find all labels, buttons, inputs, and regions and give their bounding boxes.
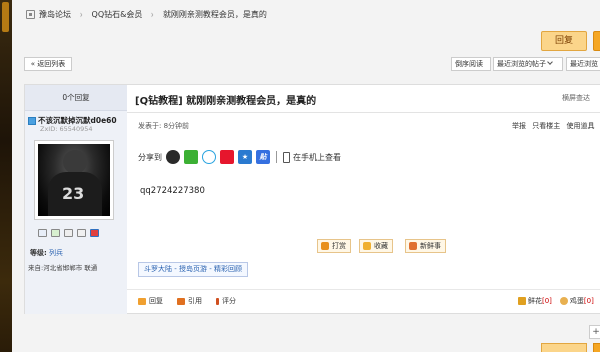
flower-label: 鲜花	[528, 297, 542, 305]
related-tag-link[interactable]: 斗罗大陆 - 授岛页游 - 精彩回顾	[138, 262, 248, 277]
weibo-icon[interactable]	[220, 150, 234, 164]
report-link[interactable]: 举报	[512, 122, 526, 130]
egg-label: 鸡蛋	[569, 297, 584, 305]
left-edge-strip	[0, 0, 12, 352]
favorite-icon	[363, 242, 371, 250]
reply-link[interactable]: 回复	[138, 296, 163, 306]
phone-icon	[283, 151, 290, 163]
chevron-down-icon	[547, 59, 553, 65]
new-post-button[interactable]	[593, 31, 600, 51]
back-to-list-button[interactable]: « 返回列表	[24, 57, 72, 71]
share-separator	[276, 151, 277, 163]
new-post-button-bottom[interactable]	[593, 343, 600, 352]
favorite-label: 收藏	[374, 242, 388, 250]
use-item-link[interactable]: 使用道具	[566, 122, 594, 130]
flower-count: [0]	[542, 297, 552, 305]
breadcrumb-separator: ›	[151, 7, 155, 21]
grade-value[interactable]: 列兵	[49, 249, 63, 257]
author-grade: 等级: 列兵	[30, 248, 63, 258]
view-mode-link[interactable]: 横屏查达	[562, 93, 590, 103]
breadcrumb-forum[interactable]: 豫岛论坛	[39, 9, 71, 20]
post-reactions: 鲜花 [0] 鸡蛋 [0]	[518, 296, 600, 306]
quote-label: 引用	[188, 297, 202, 305]
reply-label: 回复	[149, 297, 163, 305]
user-status-icon	[28, 116, 36, 125]
mobile-view-link[interactable]: 在手机上查看	[293, 152, 341, 163]
quote-icon	[177, 297, 185, 305]
favorite-star-icon[interactable]: ★	[238, 150, 252, 164]
author-action-icons	[38, 229, 99, 237]
breadcrumb-separator: ›	[79, 7, 83, 21]
recent-posts-label: 最近浏览的帖子	[497, 60, 546, 68]
share-label: 分享到	[138, 152, 162, 162]
message-icon[interactable]	[38, 229, 47, 237]
avatar-jersey-number: 23	[62, 184, 85, 203]
medal-icon[interactable]	[90, 229, 99, 237]
rate-link[interactable]: 评分	[216, 296, 236, 306]
reply-icon	[138, 297, 146, 305]
tieba-icon[interactable]: 贴	[256, 150, 270, 164]
avatar[interactable]: 23	[34, 140, 114, 220]
rate-label: 评分	[222, 297, 236, 305]
author-only-link[interactable]: 只看楼主	[532, 122, 560, 130]
post-bottom-actions: 回复 引用 评分	[138, 296, 250, 306]
flower-icon	[518, 297, 526, 305]
recent-browse-dropdown[interactable]: 最近浏览	[566, 57, 600, 71]
share-bar: 分享到 ★ 贴 在手机上查看	[138, 150, 341, 164]
title-divider	[127, 112, 600, 113]
wechat-icon[interactable]	[184, 150, 198, 164]
bottom-divider	[127, 289, 600, 290]
post-title: [Q钻教程] 就刚刚亲测教程会员，是真的	[135, 96, 317, 107]
qzone-icon[interactable]	[202, 150, 216, 164]
share-news-button[interactable]: 新鲜事	[405, 239, 446, 253]
tip-button[interactable]: 打赏	[317, 239, 351, 253]
rate-icon	[216, 297, 219, 305]
egg-button[interactable]: 鸡蛋 [0]	[559, 296, 594, 306]
favorite-button[interactable]: 收藏	[359, 239, 393, 253]
egg-icon	[559, 297, 568, 305]
author-zxid: ZxID: 65540954	[40, 125, 93, 133]
qq-icon[interactable]	[166, 150, 180, 164]
avatar-head	[63, 150, 87, 174]
tip-label: 打赏	[332, 242, 346, 250]
reply-count: 0个回复	[25, 85, 127, 111]
posts-icon[interactable]	[77, 229, 86, 237]
reply-button-bottom[interactable]	[541, 343, 587, 352]
breadcrumb: 豫岛论坛 › QQ钻石&会员 › 就刚刚亲测教程会员，是真的	[12, 0, 600, 28]
author-location: 来自:河北省邯郸市 联通	[28, 264, 98, 272]
avatar-image: 23	[38, 144, 110, 216]
post-time: 发表于: 8分钟前	[138, 122, 190, 130]
post-tools: 举报 只看楼主 使用道具	[512, 121, 598, 131]
news-icon	[409, 242, 417, 250]
tip-icon	[321, 242, 329, 250]
reverse-order-button[interactable]: 倒序阅读	[451, 57, 491, 71]
egg-count: [0]	[583, 297, 594, 305]
breadcrumb-thread[interactable]: 就刚刚亲测教程会员，是真的	[163, 9, 267, 20]
flower-button[interactable]: 鲜花 [0]	[518, 296, 552, 306]
expand-button[interactable]: +	[589, 325, 600, 339]
grade-label: 等级:	[30, 249, 47, 257]
post-content: qq2724227380	[140, 186, 205, 196]
recent-posts-dropdown[interactable]: 最近浏览的帖子	[493, 57, 563, 71]
share-news-label: 新鲜事	[420, 242, 441, 250]
quote-link[interactable]: 引用	[177, 296, 202, 306]
home-icon[interactable]	[26, 9, 35, 19]
profile-icon[interactable]	[64, 229, 73, 237]
breadcrumb-board[interactable]: QQ钻石&会员	[92, 9, 143, 20]
add-friend-icon[interactable]	[51, 229, 60, 237]
reply-button[interactable]: 回复	[541, 31, 587, 51]
